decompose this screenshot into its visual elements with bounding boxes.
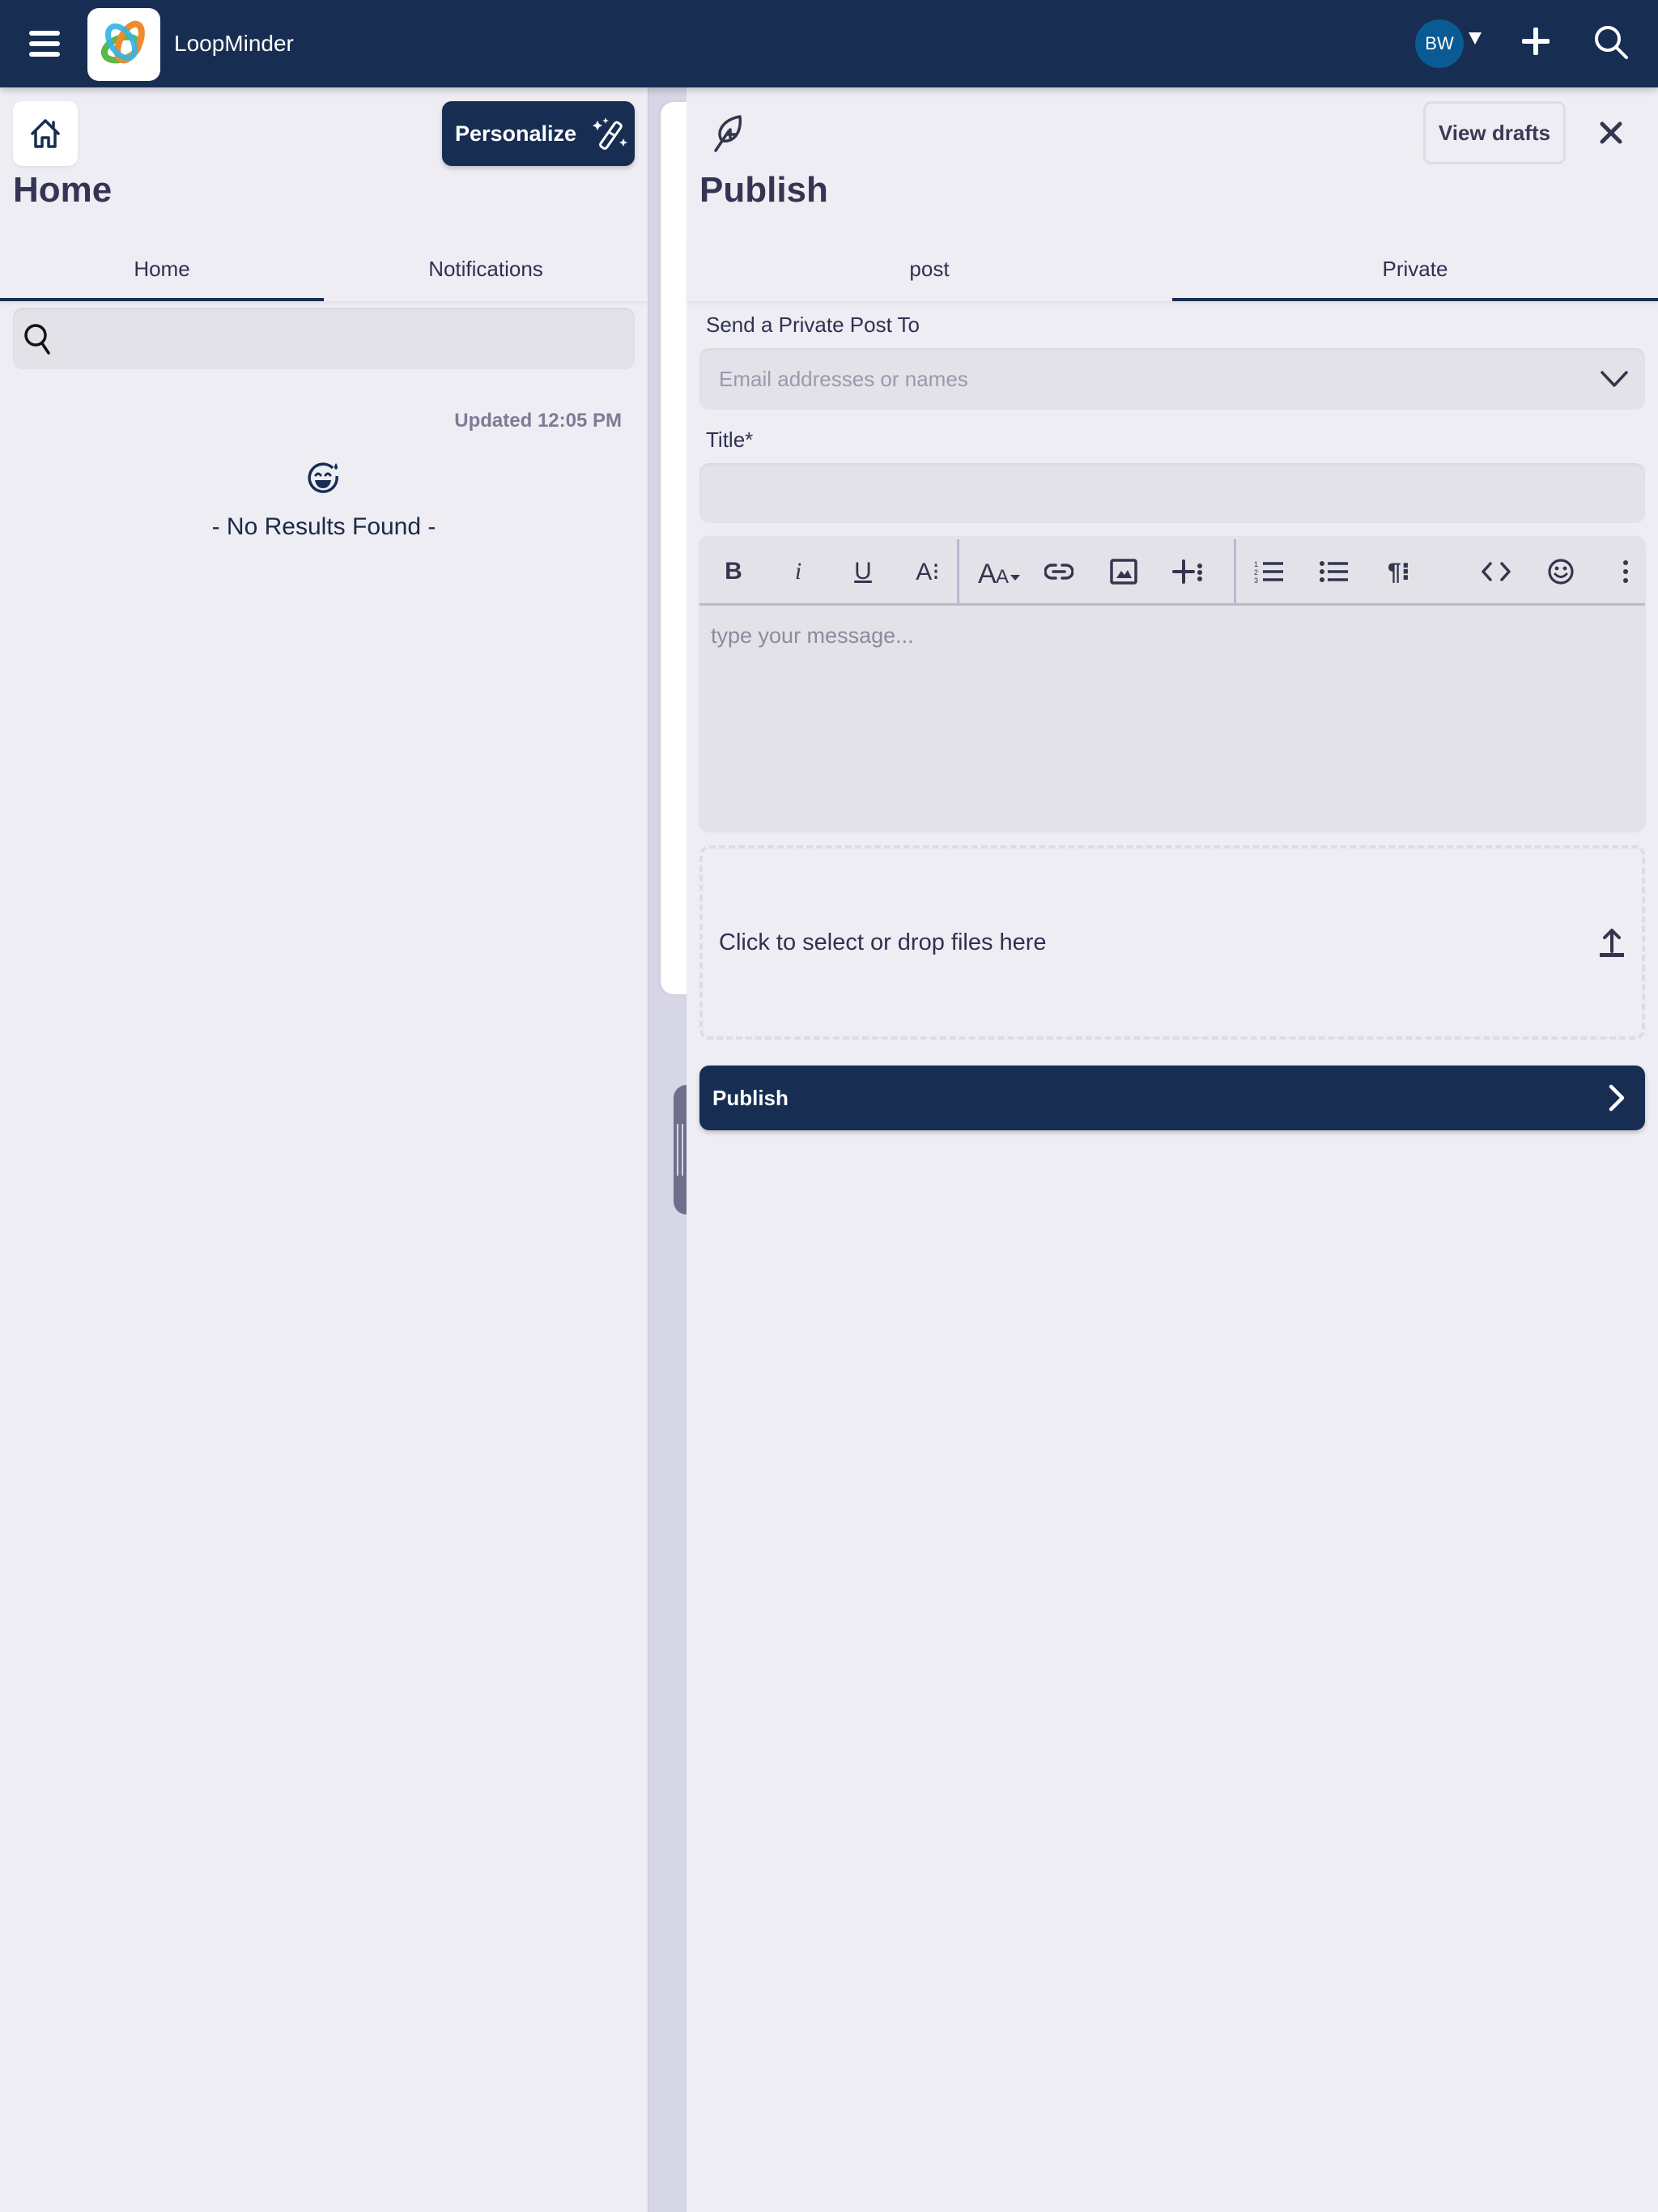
last-updated-timestamp: Updated 12:05 PM bbox=[454, 410, 622, 432]
ordered-list-icon: 1 2 3 bbox=[1254, 560, 1283, 584]
bold-button[interactable]: B bbox=[716, 554, 751, 589]
chevron-down-icon[interactable] bbox=[1600, 369, 1629, 389]
publish-button-label: Publish bbox=[712, 1085, 789, 1110]
message-body-input[interactable] bbox=[699, 606, 1645, 828]
toolbar-separator bbox=[957, 539, 959, 604]
recipient-select[interactable] bbox=[699, 348, 1645, 410]
publish-panel: View drafts Publish post Private Send a … bbox=[687, 87, 1658, 2212]
bullet-list-button[interactable] bbox=[1316, 554, 1352, 589]
magic-wand-icon bbox=[593, 117, 628, 150]
upload-icon bbox=[1600, 929, 1624, 957]
svg-text:1: 1 bbox=[1254, 560, 1258, 568]
emoji-button[interactable] bbox=[1543, 554, 1579, 589]
svg-text:2: 2 bbox=[1254, 568, 1258, 576]
text-style-more-button[interactable]: A⁝ bbox=[910, 554, 946, 589]
home-button[interactable] bbox=[13, 101, 78, 166]
ordered-list-button[interactable]: 1 2 3 bbox=[1252, 554, 1287, 589]
home-tabs: Home Notifications bbox=[0, 236, 648, 301]
bullet-list-icon bbox=[1320, 561, 1348, 582]
plus-icon[interactable] bbox=[1522, 28, 1550, 55]
insert-more-button[interactable] bbox=[1171, 554, 1206, 589]
code-icon bbox=[1482, 562, 1511, 581]
publish-submit-button[interactable]: Publish bbox=[699, 1066, 1645, 1130]
tab-post[interactable]: post bbox=[687, 236, 1172, 301]
link-button[interactable] bbox=[1041, 554, 1077, 589]
app-logo[interactable] bbox=[87, 8, 160, 81]
grinning-sweat-emoji-icon bbox=[308, 462, 338, 493]
paragraph-more-button[interactable]: ¶⁝ bbox=[1381, 554, 1417, 589]
italic-button[interactable]: i bbox=[780, 554, 816, 589]
home-icon bbox=[31, 119, 60, 148]
panel-title: Publish bbox=[699, 170, 828, 210]
underline-button[interactable]: U bbox=[845, 554, 881, 589]
pane-resize-handle[interactable] bbox=[674, 1085, 687, 1214]
recipient-input[interactable] bbox=[719, 366, 1600, 392]
svg-text:A: A bbox=[996, 566, 1009, 586]
personalize-label: Personalize bbox=[455, 121, 577, 146]
code-button[interactable] bbox=[1478, 554, 1514, 589]
title-label: Title* bbox=[706, 428, 754, 452]
image-button[interactable] bbox=[1106, 554, 1141, 589]
toolbar-separator bbox=[1234, 539, 1236, 604]
link-icon bbox=[1044, 564, 1073, 580]
publish-tabs: post Private bbox=[687, 236, 1658, 301]
home-search-input[interactable] bbox=[65, 308, 635, 369]
svg-text:3: 3 bbox=[1254, 576, 1258, 584]
app-name: LoopMinder bbox=[174, 31, 294, 56]
recipient-label: Send a Private Post To bbox=[706, 313, 920, 337]
feather-quill-icon bbox=[714, 115, 742, 152]
svg-text:A: A bbox=[978, 559, 997, 586]
tab-notifications[interactable]: Notifications bbox=[324, 236, 648, 301]
rich-text-editor: B i U A⁝ A A 1 2 3 ¶⁝ type your message.… bbox=[699, 536, 1645, 831]
search-icon bbox=[24, 324, 50, 355]
no-results-message: - No Results Found - bbox=[211, 513, 436, 540]
image-icon bbox=[1110, 559, 1137, 585]
editor-toolbar: B i U A⁝ A A 1 2 3 ¶⁝ bbox=[699, 536, 1645, 606]
user-avatar[interactable]: BW bbox=[1415, 19, 1464, 68]
dropzone-text: Click to select or drop files here bbox=[719, 929, 1047, 955]
top-navigation-bar: LoopMinder BW bbox=[0, 0, 1658, 87]
personalize-button[interactable]: Personalize bbox=[442, 101, 635, 166]
tab-private[interactable]: Private bbox=[1172, 236, 1658, 301]
view-drafts-button[interactable]: View drafts bbox=[1423, 101, 1566, 164]
more-options-button[interactable] bbox=[1608, 554, 1643, 589]
font-size-button[interactable]: A A bbox=[978, 554, 1023, 589]
home-pane: Personalize Home Home Notifications Upda… bbox=[0, 87, 648, 2212]
plus-more-icon bbox=[1172, 559, 1202, 584]
page-title: Home bbox=[13, 170, 113, 210]
file-dropzone[interactable]: Click to select or drop files here bbox=[699, 845, 1645, 1040]
tab-home[interactable]: Home bbox=[0, 236, 324, 301]
home-search-field[interactable] bbox=[13, 308, 635, 369]
caret-down-icon[interactable] bbox=[1469, 32, 1482, 45]
search-icon[interactable] bbox=[1593, 24, 1629, 60]
chevron-right-icon bbox=[1609, 1084, 1625, 1112]
font-size-icon: A A bbox=[978, 559, 1020, 586]
hamburger-menu-icon[interactable] bbox=[29, 31, 60, 57]
vertical-dots-icon bbox=[1623, 560, 1628, 583]
title-input[interactable] bbox=[699, 463, 1645, 523]
smiley-icon bbox=[1548, 559, 1574, 585]
close-icon[interactable] bbox=[1598, 120, 1624, 146]
